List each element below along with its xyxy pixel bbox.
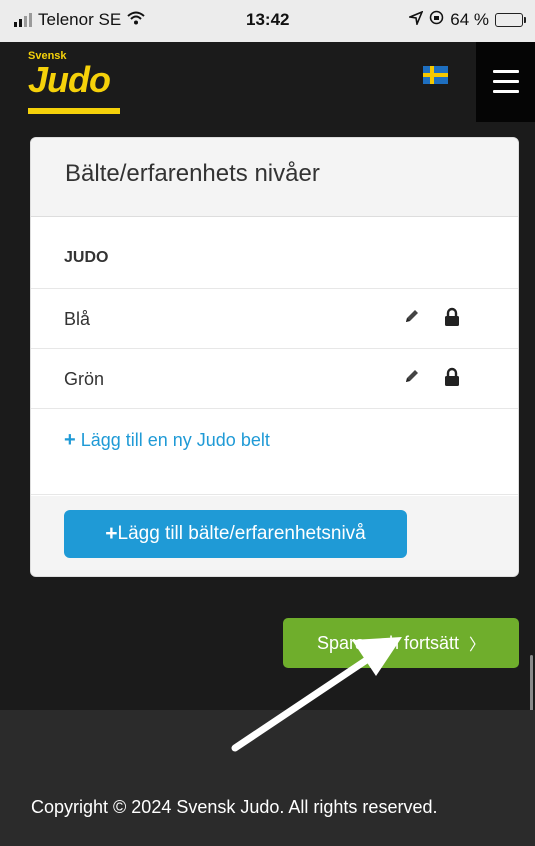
logo-underline xyxy=(28,108,120,114)
belt-label: Grön xyxy=(64,369,105,389)
pencil-icon[interactable] xyxy=(403,307,421,327)
lock-icon[interactable] xyxy=(443,367,461,387)
add-judo-belt-link[interactable]: + Lägg till en ny Judo belt xyxy=(31,409,518,495)
signal-icon xyxy=(14,13,32,27)
belt-label: Blå xyxy=(64,309,91,329)
site-header: Svensk Judo xyxy=(0,42,535,122)
add-belt-level-label: Lägg till bälte/erfarenhetsnivå xyxy=(117,523,366,544)
belt-row: Grön xyxy=(31,349,518,409)
carrier-group: Telenor SE xyxy=(14,10,145,30)
belt-row: Blå xyxy=(31,289,518,349)
orientation-lock-icon xyxy=(429,10,444,30)
swedish-flag-icon[interactable] xyxy=(423,66,448,84)
belt-levels-card: Bälte/erfarenhets nivåer JUDO Blå Grön +… xyxy=(30,137,519,577)
card-header: Bälte/erfarenhets nivåer xyxy=(31,138,518,217)
plus-icon: + xyxy=(105,522,118,545)
add-belt-level-button[interactable]: + Lägg till bälte/erfarenhetsnivå xyxy=(64,510,407,558)
section-title: JUDO xyxy=(31,217,518,289)
pencil-icon[interactable] xyxy=(403,367,421,387)
save-button-label: Spara och fortsätt xyxy=(316,632,460,653)
battery-icon xyxy=(495,13,526,27)
svensk-judo-logo[interactable]: Svensk Judo xyxy=(28,50,120,116)
wifi-icon xyxy=(127,10,145,30)
location-icon xyxy=(407,10,424,30)
site-footer: Copyright © 2024 Svensk Judo. All rights… xyxy=(0,710,535,846)
add-link-label: Lägg till en ny Judo belt xyxy=(80,430,270,450)
lock-icon[interactable] xyxy=(443,307,461,327)
status-bar: Telenor SE 13:42 64 % xyxy=(0,0,535,42)
save-and-continue-button[interactable]: Spara och fortsätt 〉 xyxy=(283,618,519,668)
status-right: 64 % xyxy=(407,10,526,30)
clock: 13:42 xyxy=(246,10,290,29)
carrier-name: Telenor SE xyxy=(38,10,122,29)
logo-word: Judo xyxy=(28,59,111,100)
chevron-right-icon: 〉 xyxy=(469,637,486,654)
hamburger-menu-icon[interactable] xyxy=(476,42,535,122)
plus-icon: + xyxy=(64,429,76,451)
battery-percent: 64 % xyxy=(450,10,489,29)
copyright-text: Copyright © 2024 Svensk Judo. All rights… xyxy=(31,797,438,817)
card-title: Bälte/erfarenhets nivåer xyxy=(65,160,320,187)
card-footer: + Lägg till bälte/erfarenhetsnivå xyxy=(31,496,518,576)
